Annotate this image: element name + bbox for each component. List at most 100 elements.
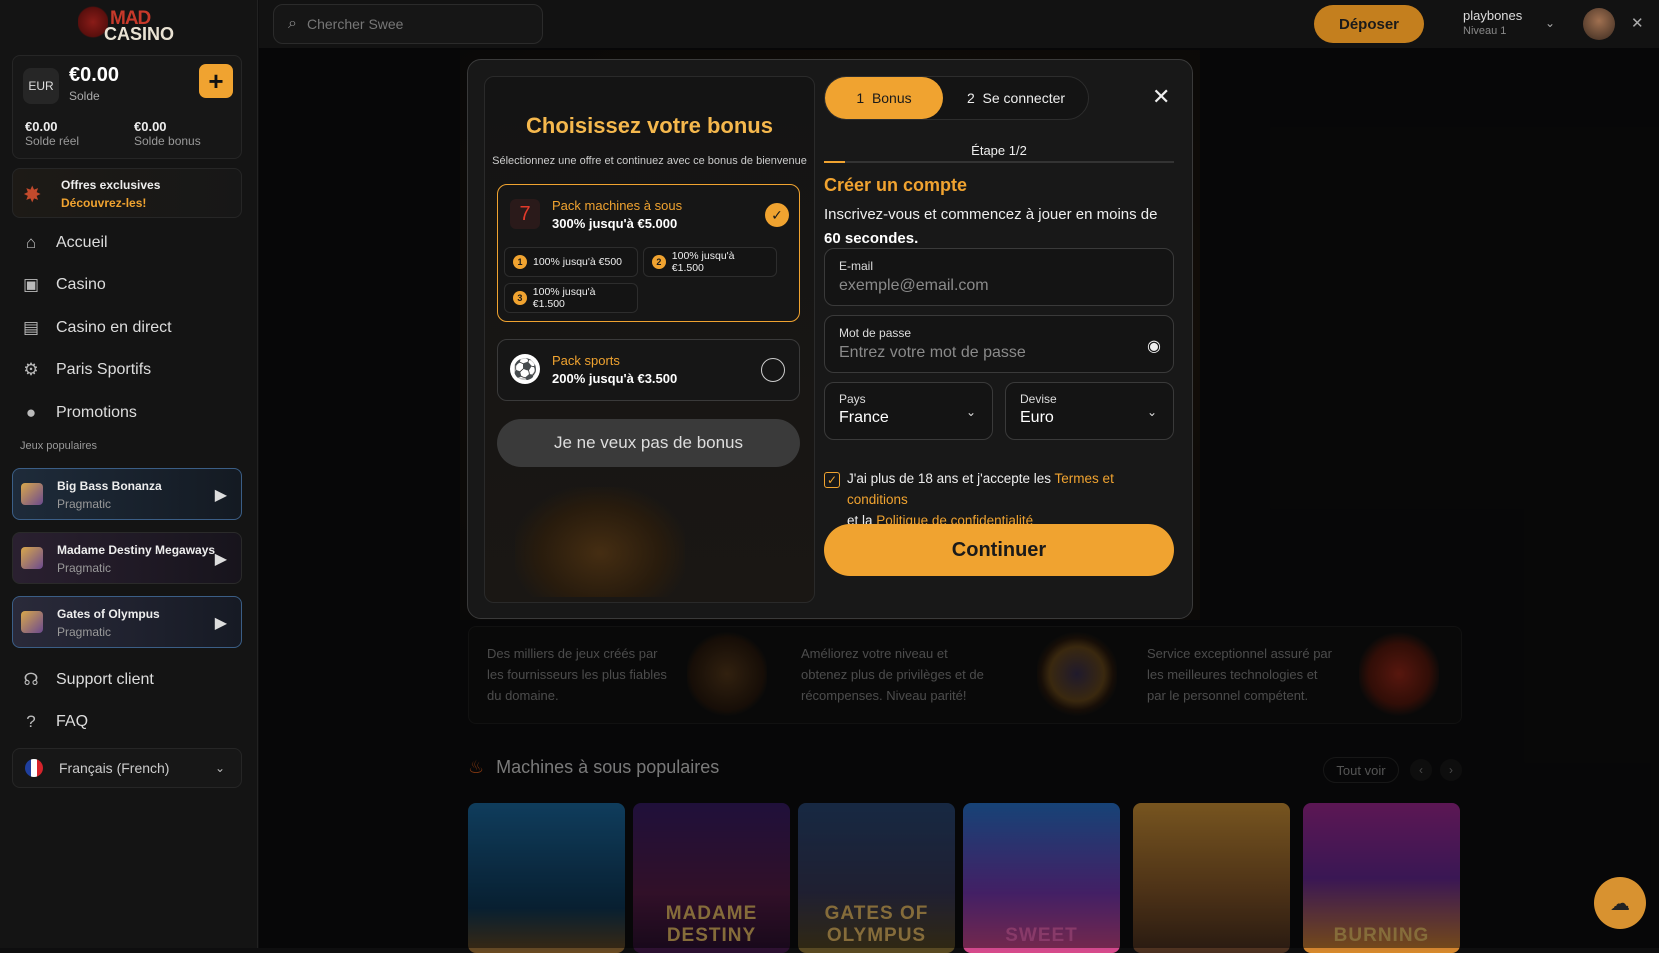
sports-icon: ⚙ — [23, 360, 39, 379]
chat-icon[interactable]: ☁ — [1594, 877, 1646, 929]
promo-icon: ● — [25, 403, 37, 422]
game-thumbnail — [21, 611, 43, 633]
email-field[interactable]: E-mail exemple@email.com — [824, 248, 1174, 306]
search-placeholder: Chercher Swee — [306, 16, 404, 32]
step-label: Se connecter — [982, 90, 1066, 106]
chevron-down-icon: ⌄ — [965, 405, 976, 419]
tab-login[interactable]: 2 Se connecter — [945, 77, 1087, 119]
currency-select[interactable]: Devise Euro ⌄ — [1005, 382, 1174, 440]
add-funds-button[interactable]: + — [199, 64, 233, 98]
nav-live-casino[interactable]: ▤ Casino en direct — [20, 313, 240, 343]
desc-end: . — [914, 230, 919, 247]
casino-logo[interactable]: MAD CASINO — [76, 4, 174, 44]
offers-cta[interactable]: Découvrez-les! — [61, 196, 146, 210]
game-provider: Pragmatic — [57, 497, 112, 511]
balance-card: EUR €0.00 Solde + €0.00 Solde réel €0.00… — [12, 55, 242, 159]
nav-support[interactable]: ☊ Support client — [20, 665, 240, 695]
step-tabs: 1 Bonus 2 Se connecter — [824, 76, 1089, 120]
slot-machine-icon: 7 — [510, 199, 540, 229]
tier-number: 3 — [513, 291, 527, 305]
nav-faq[interactable]: ? FAQ — [20, 707, 240, 737]
topbar: ⌕ Chercher Swee Déposer playbones Niveau… — [259, 0, 1659, 48]
pack-sports[interactable]: ⚽ Pack sports 200% jusqu'à €3.500 — [497, 339, 800, 401]
tier-number: 1 — [513, 255, 527, 269]
pack-name: Pack machines à sous — [552, 198, 683, 213]
real-balance-amount: €0.00 — [25, 119, 58, 134]
tier-label: 100% jusqu'à €500 — [533, 256, 622, 268]
step-indicator: Étape 1/2 — [971, 143, 1027, 158]
nav-casino[interactable]: ▣ Casino — [20, 270, 240, 300]
balance-amount: €0.00 — [69, 64, 120, 86]
deposit-button[interactable]: Déposer — [1314, 5, 1424, 43]
bonus-tier: 1 100% jusqu'à €500 — [504, 247, 638, 277]
currency-badge: EUR — [23, 68, 59, 104]
home-icon: ⌂ — [25, 233, 37, 252]
currency-label: Devise — [1020, 392, 1057, 406]
plus-icon: + — [208, 65, 224, 96]
no-bonus-button[interactable]: Je ne veux pas de bonus — [497, 419, 800, 467]
search-icon: ⌕ — [288, 15, 297, 32]
avatar[interactable] — [1583, 8, 1615, 40]
sidebar-game-gates-olympus[interactable]: Gates of Olympus Pragmatic ▶ — [12, 596, 242, 648]
language-selector[interactable]: Français (French) ⌄ — [12, 748, 242, 788]
nav-label: Promotions — [56, 404, 137, 421]
step-number: 2 — [966, 90, 975, 106]
chevron-down-icon[interactable]: ⌄ — [1545, 16, 1555, 30]
close-icon[interactable]: ✕ — [1631, 14, 1644, 32]
nav-sports[interactable]: ⚙ Paris Sportifs — [20, 355, 240, 385]
play-icon[interactable]: ▶ — [215, 549, 227, 569]
check-icon: ✓ — [765, 203, 789, 227]
close-icon[interactable]: ✕ — [1152, 84, 1170, 110]
game-name: Madame Destiny Megaways — [57, 543, 216, 557]
user-level: Niveau 1 — [1463, 25, 1507, 37]
username: playbones — [1463, 8, 1523, 23]
user-menu[interactable]: playbones Niveau 1 — [1463, 8, 1522, 37]
bonus-tier: 2 100% jusqu'à €1.500 — [643, 247, 777, 277]
nav-accueil[interactable]: ⌂ Accueil — [20, 228, 240, 258]
sidebar-game-madame-destiny[interactable]: Madame Destiny Megaways Pragmatic ▶ — [12, 532, 242, 584]
nav-label: FAQ — [56, 713, 89, 730]
step-number: 1 — [856, 90, 865, 106]
nav-promotions[interactable]: ● Promotions — [20, 398, 240, 428]
search-input[interactable]: ⌕ Chercher Swee — [273, 4, 543, 44]
country-label: Pays — [839, 392, 866, 406]
currency-value: Euro — [1020, 409, 1054, 426]
bonus-balance: €0.00 Solde bonus — [134, 119, 201, 148]
eye-icon[interactable]: ◉ — [1147, 336, 1161, 356]
headset-icon: ☊ — [23, 670, 39, 689]
create-account-desc: Inscrivez-vous et commencez à jouer en m… — [824, 203, 1174, 251]
password-field[interactable]: Mot de passe Entrez votre mot de passe ◉ — [824, 315, 1174, 373]
game-name: Big Bass Bonanza — [57, 479, 162, 493]
terms-checkbox[interactable]: ✓ — [824, 472, 840, 488]
tab-bonus[interactable]: 1 Bonus — [825, 77, 943, 119]
sidebar-game-big-bass[interactable]: Big Bass Bonanza Pragmatic ▶ — [12, 468, 242, 520]
email-placeholder: exemple@email.com — [839, 277, 989, 294]
radio-button[interactable] — [761, 358, 785, 382]
play-icon[interactable]: ▶ — [215, 485, 227, 505]
soccer-ball-icon: ⚽ — [510, 354, 540, 384]
nav-label: Paris Sportifs — [56, 361, 152, 378]
bonus-subtitle: Sélectionnez une offre et continuez avec… — [492, 155, 807, 167]
nav-label: Accueil — [56, 234, 108, 251]
pack-slots[interactable]: 7 Pack machines à sous 300% jusqu'à €5.0… — [497, 184, 800, 322]
game-provider: Pragmatic — [57, 625, 112, 639]
exclusive-offers[interactable]: ✸ Offres exclusives Découvrez-les! — [12, 168, 242, 218]
password-label: Mot de passe — [839, 326, 912, 340]
terms-text: J'ai plus de 18 ans et j'accepte les — [847, 471, 1052, 486]
pack-name: Pack sports — [552, 353, 620, 368]
game-thumbnail — [21, 547, 43, 569]
sidebar: MAD CASINO EUR €0.00 Solde + €0.00 Solde… — [0, 0, 258, 948]
question-icon: ? — [26, 712, 36, 731]
step-progress-bar — [824, 161, 1174, 163]
email-label: E-mail — [839, 259, 874, 273]
continue-button[interactable]: Continuer — [824, 524, 1174, 576]
bonus-balance-label: Solde bonus — [134, 134, 201, 148]
france-flag-icon — [25, 759, 43, 777]
step-label: Bonus — [871, 90, 912, 106]
nav-label: Support client — [56, 671, 154, 688]
play-icon[interactable]: ▶ — [215, 613, 227, 633]
balance-label: Solde — [69, 89, 100, 103]
bonus-panel: Choisissez votre bonus Sélectionnez une … — [484, 76, 815, 603]
country-select[interactable]: Pays France ⌄ — [824, 382, 993, 440]
popular-games-label: Jeux populaires — [20, 440, 98, 452]
